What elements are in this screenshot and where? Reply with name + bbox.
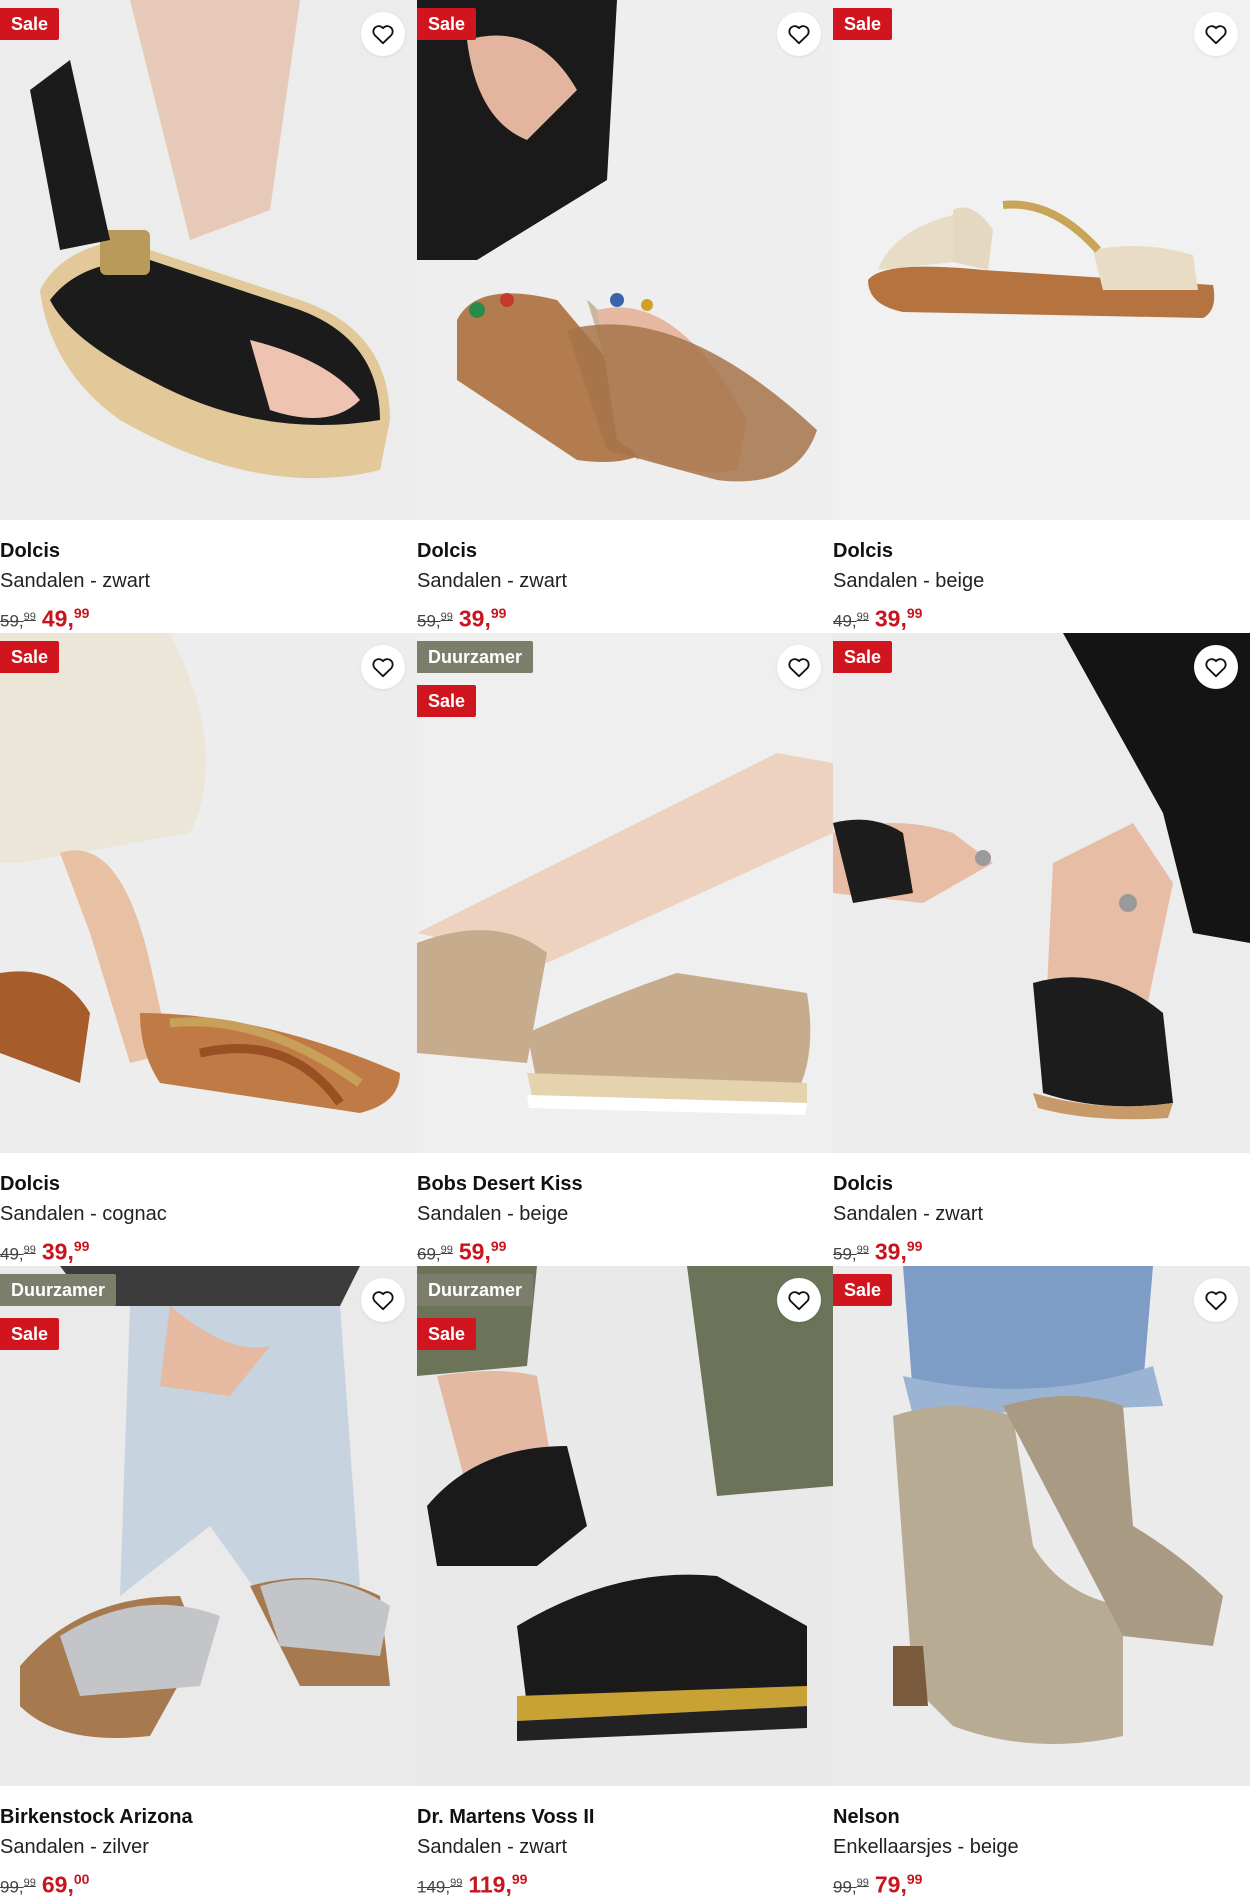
sale-price: 79,99 [874,1871,923,1898]
product-card[interactable]: Sale Dolcis Sandalen - cognac 49,99 39,9… [0,633,417,1266]
product-card[interactable]: Duurzamer Sale Bobs Desert Kiss Sandalen… [417,633,833,1266]
favorite-button[interactable] [361,12,405,56]
product-image[interactable] [833,1266,1250,1786]
product-image[interactable] [417,1266,833,1786]
product-brand[interactable]: Dolcis [0,536,417,566]
sale-price: 39,99 [41,1238,90,1265]
old-price: 69,99 [417,1244,453,1264]
product-brand[interactable]: Dolcis [0,1169,417,1199]
sale-badge: Sale [0,1318,60,1350]
heart-icon [372,658,394,678]
heart-icon [372,1291,394,1311]
favorite-button[interactable] [1194,645,1238,689]
product-brand[interactable]: Dolcis [417,536,833,566]
sale-badge: Sale [0,8,60,40]
price: 59,99 39,99 [417,596,833,632]
old-price: 59,99 [417,611,453,631]
price: 59,99 49,99 [0,596,417,632]
product-brand[interactable]: Dolcis [833,1169,1250,1199]
sale-badge: Sale [0,641,60,673]
favorite-button[interactable] [361,1278,405,1322]
old-price: 49,99 [0,1244,36,1264]
price: 99,99 79,99 [833,1862,1250,1898]
heart-icon [1205,658,1227,678]
product-brand[interactable]: Dr. Martens Voss II [417,1802,833,1832]
heart-icon [372,25,394,45]
price: 49,99 39,99 [0,1229,417,1265]
sale-price: 59,99 [458,1238,507,1265]
product-image[interactable] [417,633,833,1153]
sale-price: 39,99 [874,1238,923,1265]
product-grid: Sale Dolcis Sandalen - zwart 59,99 49,99 [0,0,1250,1898]
product-description: Sandalen - cognac [0,1203,167,1225]
sustainable-badge: Duurzamer [417,641,534,673]
product-description: Sandalen - zwart [417,1836,568,1858]
product-brand[interactable]: Bobs Desert Kiss [417,1169,833,1199]
product-image[interactable] [417,0,833,520]
heart-icon [1205,1291,1227,1311]
old-price: 149,99 [417,1877,463,1897]
product-card[interactable]: Sale Dolcis Sandalen - zwart 59,99 39,99 [833,633,1250,1266]
product-card[interactable]: Sale Nelson Enkellaarsjes - beige 99,99 … [833,1266,1250,1898]
sale-badge: Sale [833,641,893,673]
product-image[interactable] [833,633,1250,1153]
product-image[interactable] [833,0,1250,520]
old-price: 59,99 [833,1244,869,1264]
sale-badge: Sale [417,8,477,40]
product-brand[interactable]: Birkenstock Arizona [0,1802,417,1832]
product-description: Sandalen - beige [417,1203,569,1225]
old-price: 59,99 [0,611,36,631]
sale-price: 39,99 [458,605,507,632]
sale-price: 69,00 [41,1871,90,1898]
product-description: Sandalen - beige [833,570,985,592]
price: 69,99 59,99 [417,1229,833,1265]
favorite-button[interactable] [777,645,821,689]
sale-badge: Sale [833,8,893,40]
sustainable-badge: Duurzamer [0,1274,117,1306]
product-description: Sandalen - zilver [0,1836,149,1858]
product-description: Sandalen - zwart [417,570,568,592]
sale-price: 119,99 [468,1871,528,1898]
product-description: Sandalen - zwart [0,570,151,592]
product-brand[interactable]: Dolcis [833,536,1250,566]
sale-price: 49,99 [41,605,90,632]
heart-icon [788,25,810,45]
old-price: 99,99 [0,1877,36,1897]
product-description: Sandalen - zwart [833,1203,984,1225]
product-card[interactable]: Sale Dolcis Sandalen - zwart 59,99 49,99 [0,0,417,633]
heart-icon [1205,25,1227,45]
product-card[interactable]: Duurzamer Sale Dr. Martens Voss II Sanda… [417,1266,833,1898]
sale-badge: Sale [417,1318,477,1350]
sustainable-badge: Duurzamer [417,1274,534,1306]
favorite-button[interactable] [1194,12,1238,56]
product-brand[interactable]: Nelson [833,1802,1250,1832]
product-image[interactable] [0,633,417,1153]
sale-price: 39,99 [874,605,923,632]
product-card[interactable]: Sale Dolcis Sandalen - zwart 59,99 39,99 [417,0,833,633]
price: 99,99 69,00 [0,1862,417,1898]
product-image[interactable] [0,1266,417,1786]
favorite-button[interactable] [1194,1278,1238,1322]
product-card[interactable]: Duurzamer Sale Birkenstock Arizona Sanda… [0,1266,417,1898]
price: 59,99 39,99 [833,1229,1250,1265]
heart-icon [788,1291,810,1311]
old-price: 49,99 [833,611,869,631]
old-price: 99,99 [833,1877,869,1897]
heart-icon [788,658,810,678]
sale-badge: Sale [417,685,477,717]
sale-badge: Sale [833,1274,893,1306]
product-card[interactable]: Sale Dolcis Sandalen - beige 49,99 39,99 [833,0,1250,633]
favorite-button[interactable] [777,12,821,56]
favorite-button[interactable] [361,645,405,689]
product-description: Enkellaarsjes - beige [833,1836,1019,1858]
price: 149,99 119,99 [417,1862,833,1898]
price: 49,99 39,99 [833,596,1250,632]
product-image[interactable] [0,0,417,520]
favorite-button[interactable] [777,1278,821,1322]
